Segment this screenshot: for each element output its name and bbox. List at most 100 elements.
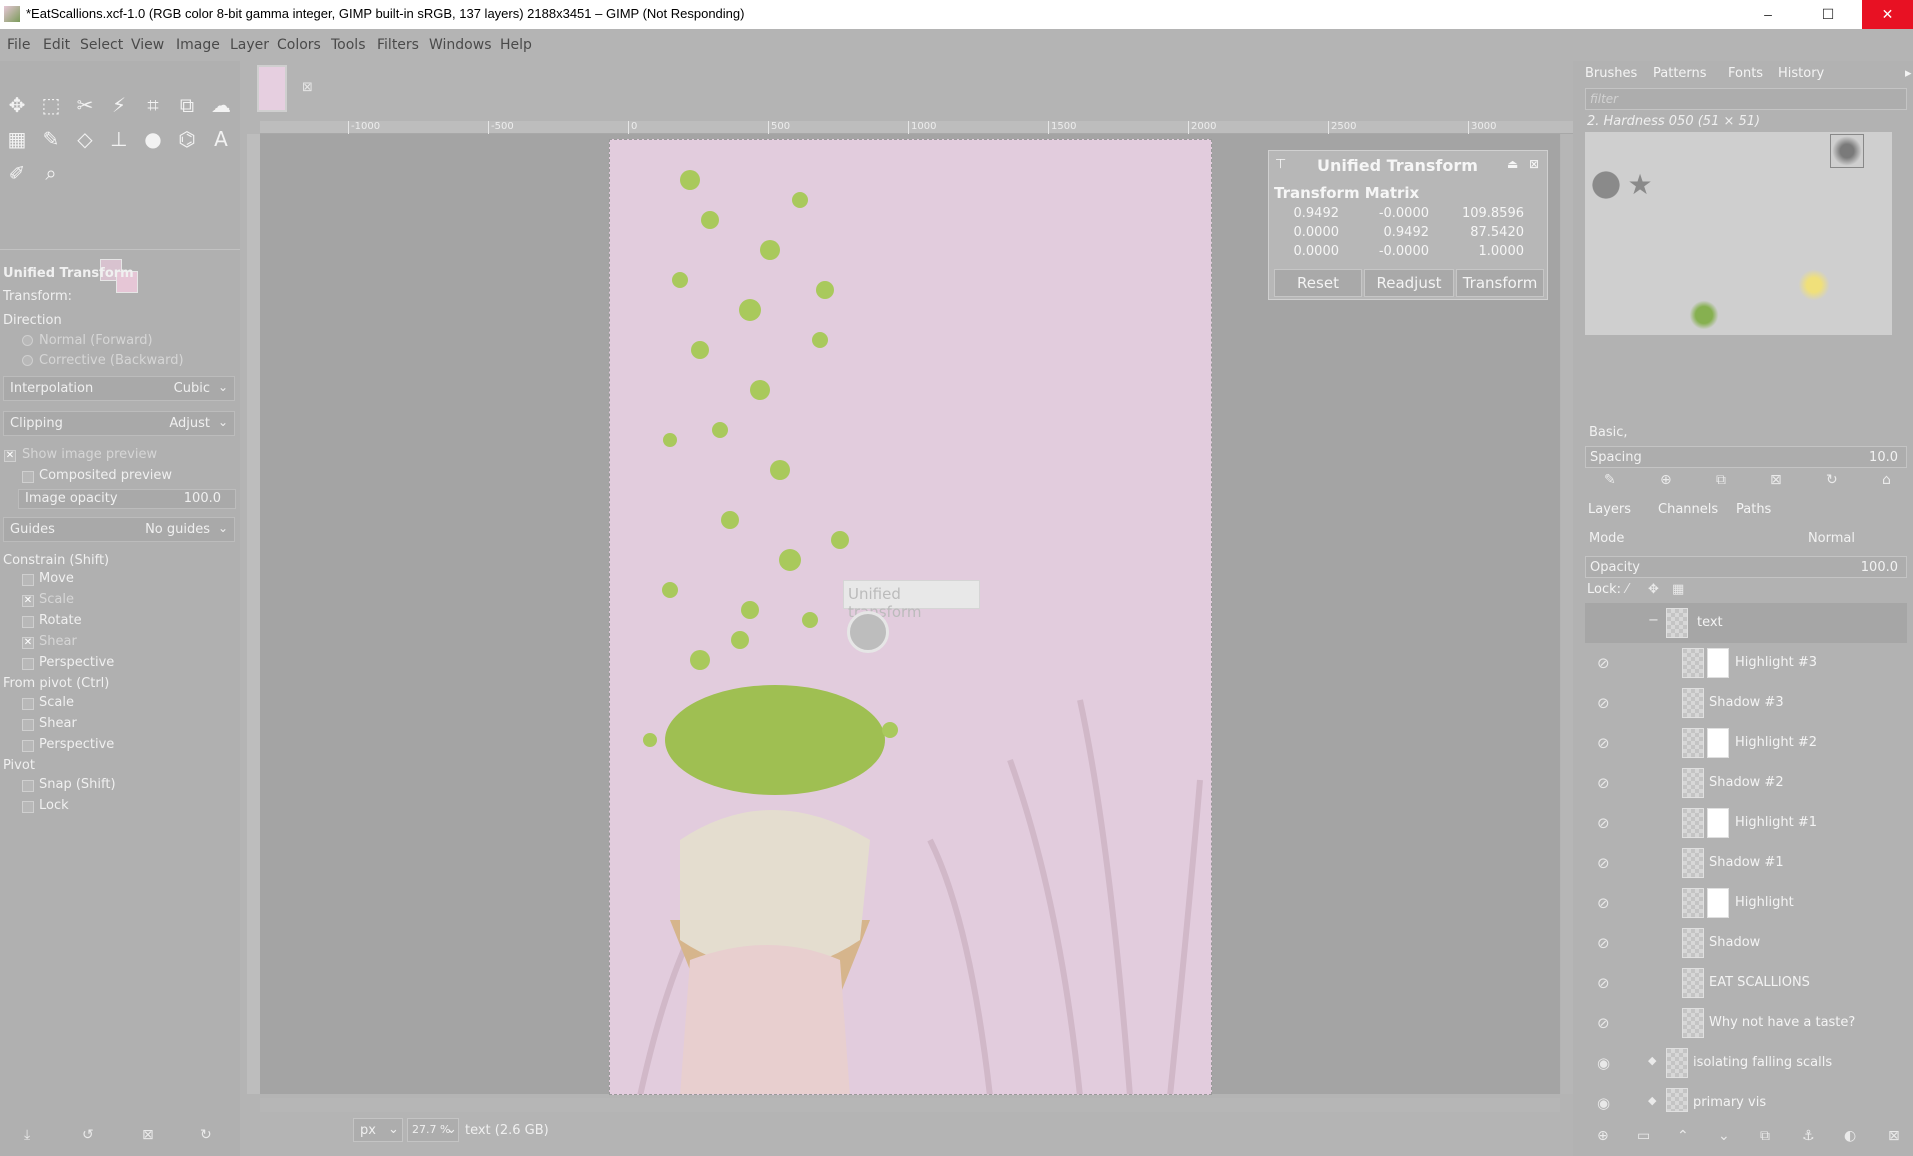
duplicate-brush-icon[interactable]: ⧉: [1716, 472, 1726, 488]
readjust-button[interactable]: Readjust: [1364, 269, 1454, 297]
paths-tool-icon[interactable]: ⌬: [173, 125, 201, 153]
layer-row[interactable]: ⊘ Shadow #3: [1585, 683, 1907, 723]
delete-layer-icon[interactable]: ⊠: [1888, 1128, 1900, 1144]
layer-row[interactable]: ⊘ Highlight #2: [1585, 723, 1907, 763]
hidden-eye-icon[interactable]: ⊘: [1597, 934, 1610, 952]
unified-transform-tool-icon[interactable]: ⧉: [173, 91, 201, 119]
frompivot-scale-checkbox[interactable]: [22, 698, 34, 710]
eye-icon[interactable]: ◉: [1597, 1094, 1610, 1112]
lock-alpha-icon[interactable]: ▦: [1672, 582, 1684, 597]
brush-cell[interactable]: [1797, 268, 1831, 302]
reset-options-icon[interactable]: ↻: [200, 1127, 212, 1143]
menu-edit[interactable]: Edit: [43, 37, 70, 53]
layer-row[interactable]: ⊘ EAT SCALLIONS: [1585, 963, 1907, 1003]
lower-layer-icon[interactable]: ⌄: [1718, 1128, 1730, 1144]
panel-menu-icon[interactable]: ▸: [1905, 66, 1912, 81]
eraser-tool-icon[interactable]: ◇: [71, 125, 99, 153]
guides-select[interactable]: Guides No guides ⌄: [3, 517, 235, 542]
brush-cell-selected[interactable]: [1830, 134, 1864, 168]
anchor-layer-icon[interactable]: ⚓: [1802, 1128, 1815, 1144]
tab-channels[interactable]: Channels: [1658, 502, 1718, 517]
reset-button[interactable]: Reset: [1274, 269, 1362, 297]
frompivot-shear-checkbox[interactable]: [22, 719, 34, 731]
pin-icon[interactable]: ⏏: [1507, 157, 1518, 171]
lock-position-icon[interactable]: ✥: [1648, 582, 1659, 597]
open-brush-folder-icon[interactable]: ⌂: [1882, 472, 1891, 488]
smudge-tool-icon[interactable]: ●: [139, 125, 167, 153]
hidden-eye-icon[interactable]: ⊘: [1597, 774, 1610, 792]
new-group-icon[interactable]: ▭: [1637, 1128, 1650, 1144]
direction-normal-radio[interactable]: [22, 335, 33, 346]
bucket-fill-tool-icon[interactable]: ▦: [3, 125, 31, 153]
new-layer-icon[interactable]: ⊕: [1597, 1128, 1609, 1144]
delete-options-icon[interactable]: ⊠: [142, 1127, 154, 1143]
layer-row[interactable]: ⊘ Shadow: [1585, 923, 1907, 963]
horizontal-scrollbar[interactable]: [260, 1098, 1560, 1112]
layer-row[interactable]: − text: [1585, 603, 1907, 643]
composited-preview-checkbox[interactable]: [22, 471, 34, 483]
raise-layer-icon[interactable]: ⌃: [1677, 1128, 1689, 1144]
layer-row[interactable]: ⊘ Why not have a taste?: [1585, 1003, 1907, 1043]
crop-tool-icon[interactable]: ⌗: [139, 91, 167, 119]
layer-row[interactable]: ⊘ Shadow #2: [1585, 763, 1907, 803]
tab-fonts[interactable]: Fonts: [1728, 66, 1763, 81]
text-tool-icon[interactable]: A: [207, 125, 235, 153]
duplicate-layer-icon[interactable]: ⧉: [1760, 1128, 1770, 1144]
image-tab-thumbnail[interactable]: [257, 65, 287, 112]
edit-brush-icon[interactable]: ✎: [1604, 472, 1616, 488]
brush-filter-input[interactable]: filter: [1585, 88, 1907, 110]
new-brush-icon[interactable]: ⊕: [1660, 472, 1672, 488]
brush-grid[interactable]: ★: [1585, 132, 1892, 335]
tab-paths[interactable]: Paths: [1736, 502, 1771, 517]
vertical-scrollbar[interactable]: [1561, 134, 1573, 1094]
spacing-slider[interactable]: Spacing 10.0: [1585, 446, 1907, 468]
chain-icon[interactable]: ◆: [1648, 1094, 1656, 1107]
layer-mode-select[interactable]: Mode Normal: [1585, 528, 1907, 550]
move-tool-icon[interactable]: ✥: [3, 91, 31, 119]
hidden-eye-icon[interactable]: ⊘: [1597, 854, 1610, 872]
menu-layer[interactable]: Layer: [230, 37, 269, 53]
image-opacity-slider[interactable]: Image opacity 100.0: [18, 489, 236, 509]
clipping-select[interactable]: Clipping Adjust ⌄: [3, 411, 235, 436]
star-icon[interactable]: ★: [1623, 168, 1657, 202]
minimize-button[interactable]: –: [1745, 0, 1791, 29]
eye-icon[interactable]: ◉: [1597, 1054, 1610, 1072]
layer-row[interactable]: ⊘ Highlight #1: [1585, 803, 1907, 843]
tab-layers[interactable]: Layers: [1588, 502, 1631, 517]
layer-row[interactable]: ⊘ Highlight #3: [1585, 643, 1907, 683]
hidden-eye-icon[interactable]: ⊘: [1597, 694, 1610, 712]
chain-icon[interactable]: ◆: [1648, 1054, 1656, 1067]
refresh-brushes-icon[interactable]: ↻: [1826, 472, 1838, 488]
transform-button[interactable]: Transform: [1456, 269, 1544, 297]
maximize-button[interactable]: ☐: [1805, 0, 1851, 29]
unit-select[interactable]: px ⌄: [353, 1118, 403, 1142]
zoom-tool-icon[interactable]: ⌕: [37, 159, 65, 187]
lock-pixels-icon[interactable]: ⁄: [1626, 582, 1628, 597]
menu-windows[interactable]: Windows: [429, 37, 492, 53]
menu-select[interactable]: Select: [80, 37, 123, 53]
collapse-icon[interactable]: −: [1648, 613, 1659, 628]
menu-file[interactable]: File: [7, 37, 30, 53]
layer-row[interactable]: ⊘ Highlight: [1585, 883, 1907, 923]
hidden-eye-icon[interactable]: ⊘: [1597, 1014, 1610, 1032]
constrain-perspective-checkbox[interactable]: [22, 658, 34, 670]
constrain-rotate-checkbox[interactable]: [22, 616, 34, 628]
save-options-icon[interactable]: ⤓: [24, 1127, 30, 1143]
menu-colors[interactable]: Colors: [277, 37, 321, 53]
constrain-shear-checkbox[interactable]: ✕: [22, 637, 34, 649]
warp-tool-icon[interactable]: ☁: [207, 91, 235, 119]
menu-filters[interactable]: Filters: [377, 37, 419, 53]
frompivot-perspective-checkbox[interactable]: [22, 740, 34, 752]
paintbrush-tool-icon[interactable]: ✎: [37, 125, 65, 153]
close-button[interactable]: ✕: [1862, 0, 1913, 29]
hidden-eye-icon[interactable]: ⊘: [1597, 814, 1610, 832]
tab-patterns[interactable]: Patterns: [1653, 66, 1707, 81]
menu-image[interactable]: Image: [176, 37, 220, 53]
layer-row[interactable]: ◉ ◆ primary vis: [1585, 1083, 1907, 1112]
hidden-eye-icon[interactable]: ⊘: [1597, 654, 1610, 672]
show-preview-checkbox[interactable]: ✕: [4, 450, 16, 462]
layer-row[interactable]: ⊘ Shadow #1: [1585, 843, 1907, 883]
hidden-eye-icon[interactable]: ⊘: [1597, 734, 1610, 752]
direction-corrective-radio[interactable]: [22, 355, 33, 366]
hidden-eye-icon[interactable]: ⊘: [1597, 894, 1610, 912]
